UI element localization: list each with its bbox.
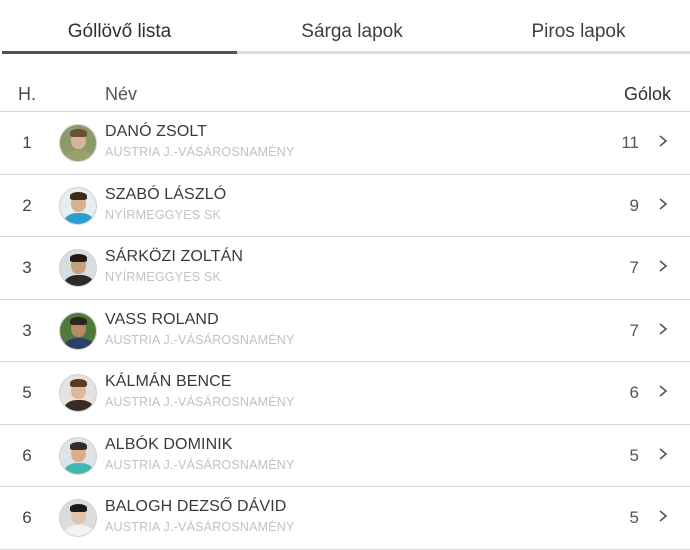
row-rank: 3 bbox=[22, 320, 32, 340]
player-goals: 7 bbox=[629, 320, 639, 340]
table-row[interactable]: 3 VASS ROLAND AUSTRIA J.-VÁSÁROSNAMÉNY 7 bbox=[0, 300, 690, 362]
avatar bbox=[59, 311, 97, 350]
player-name: KÁLMÁN BENCE bbox=[105, 373, 232, 390]
player-team: AUSTRIA J.-VÁSÁROSNAMÉNY bbox=[105, 520, 295, 534]
player-goals: 11 bbox=[621, 133, 639, 152]
chevron-right-icon[interactable] bbox=[656, 194, 670, 214]
table-row[interactable]: 6 ALBÓK DOMINIK AUSTRIA J.-VÁSÁROSNAMÉNY… bbox=[0, 425, 690, 487]
row-rank: 2 bbox=[22, 195, 32, 215]
chevron-right-icon[interactable] bbox=[656, 381, 670, 401]
avatar bbox=[59, 374, 97, 412]
chevron-right-icon[interactable] bbox=[656, 506, 670, 526]
player-name: SZABÓ LÁSZLÓ bbox=[105, 185, 227, 203]
table-row[interactable]: 3 SÁRKÖZI ZOLTÁN NYÍRMEGGYES SK 7 bbox=[0, 237, 690, 300]
table-row[interactable]: 5 KÁLMÁN BENCE AUSTRIA J.-VÁSÁROSNAMÉNY … bbox=[0, 362, 690, 425]
avatar bbox=[59, 186, 97, 225]
row-rank: 6 bbox=[22, 508, 32, 527]
scorers-list: 1 DANÓ ZSOLT AUSTRIA J.-VÁSÁROSNAMÉNY 11… bbox=[0, 112, 690, 550]
row-rank: 5 bbox=[22, 383, 32, 402]
row-rank: 3 bbox=[22, 258, 32, 277]
avatar bbox=[59, 249, 97, 287]
player-team: AUSTRIA J.-VÁSÁROSNAMÉNY bbox=[105, 332, 295, 347]
chevron-right-icon[interactable] bbox=[656, 444, 670, 464]
player-goals: 6 bbox=[629, 383, 639, 402]
table-header: H. Név Gólok bbox=[0, 80, 690, 112]
player-team: AUSTRIA J.-VÁSÁROSNAMÉNY bbox=[105, 457, 295, 472]
player-goals: 9 bbox=[629, 195, 639, 215]
player-name: DANÓ ZSOLT bbox=[105, 123, 208, 140]
row-rank: 1 bbox=[22, 133, 32, 152]
player-goals: 7 bbox=[629, 258, 639, 277]
player-team: NYÍRMEGGYES SK bbox=[105, 207, 222, 222]
row-rank: 6 bbox=[22, 445, 32, 465]
player-goals: 5 bbox=[629, 508, 639, 527]
player-name: ALBÓK DOMINIK bbox=[105, 435, 233, 453]
tab-scorers[interactable]: Góllövő lista bbox=[2, 0, 237, 54]
tab-red-cards[interactable]: Piros lapok bbox=[467, 0, 690, 54]
player-team: AUSTRIA J.-VÁSÁROSNAMÉNY bbox=[105, 145, 295, 159]
header-rank: H. bbox=[18, 84, 36, 104]
avatar bbox=[59, 124, 97, 162]
chevron-right-icon[interactable] bbox=[656, 131, 670, 151]
player-team: AUSTRIA J.-VÁSÁROSNAMÉNY bbox=[105, 395, 295, 409]
player-goals: 5 bbox=[629, 445, 639, 465]
tab-bar: Góllövő lista Sárga lapok Piros lapok bbox=[0, 0, 690, 54]
table-row[interactable]: 2 SZABÓ LÁSZLÓ NYÍRMEGGYES SK 9 bbox=[0, 175, 690, 237]
player-team: NYÍRMEGGYES SK bbox=[105, 270, 222, 284]
header-name: Név bbox=[105, 84, 138, 104]
chevron-right-icon[interactable] bbox=[656, 256, 670, 276]
player-name: SÁRKÖZI ZOLTÁN bbox=[105, 248, 244, 265]
avatar bbox=[59, 499, 97, 537]
player-name: VASS ROLAND bbox=[105, 310, 219, 328]
player-name: BALOGH DEZSŐ DÁVID bbox=[105, 498, 287, 515]
chevron-right-icon[interactable] bbox=[656, 319, 670, 339]
avatar bbox=[59, 436, 97, 475]
tab-yellow-cards[interactable]: Sárga lapok bbox=[237, 0, 467, 54]
table-row[interactable]: 6 BALOGH DEZSŐ DÁVID AUSTRIA J.-VÁSÁROSN… bbox=[0, 487, 690, 550]
header-goals: Gólok bbox=[623, 84, 671, 104]
table-row[interactable]: 1 DANÓ ZSOLT AUSTRIA J.-VÁSÁROSNAMÉNY 11 bbox=[0, 112, 690, 175]
